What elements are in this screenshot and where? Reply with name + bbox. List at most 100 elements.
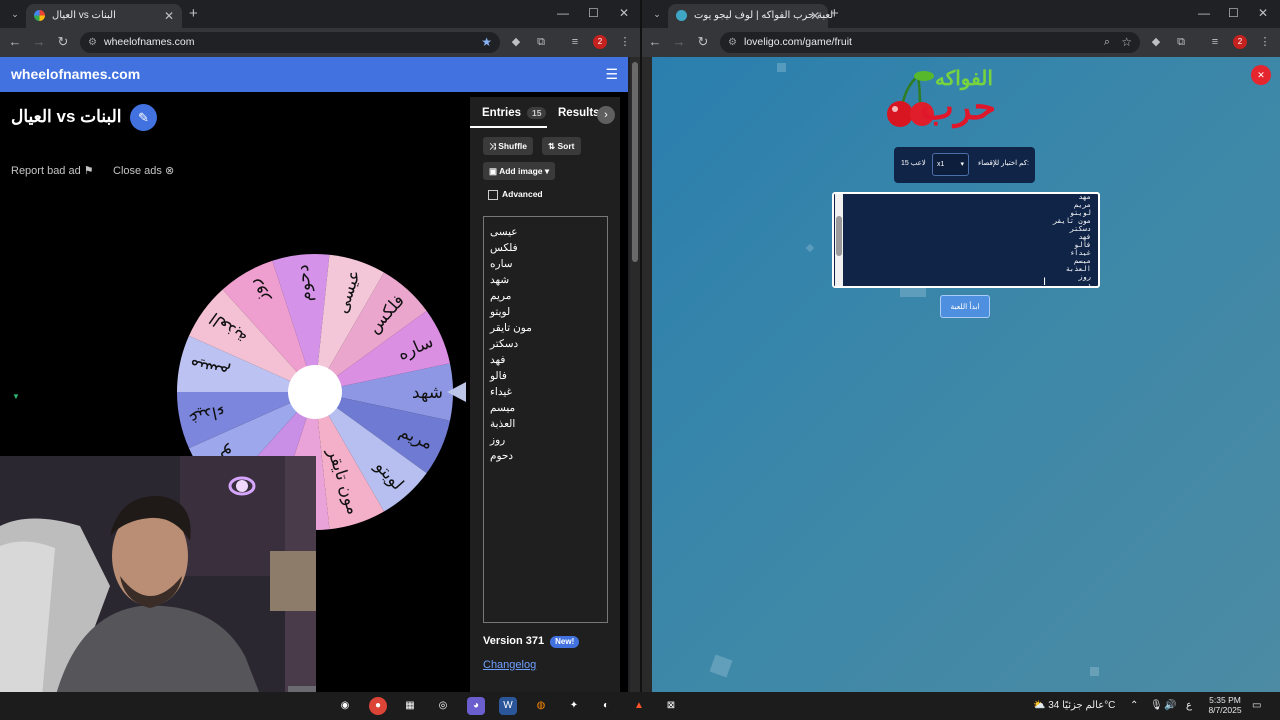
entry-item[interactable]: شهد [490, 272, 509, 288]
close-ads-link[interactable]: Close ads ⊗ [113, 164, 174, 177]
firefox-icon[interactable]: ◍ [532, 697, 550, 715]
notifications-icon[interactable]: ▭ [1252, 699, 1261, 713]
entry-item[interactable]: مون تايقر [490, 320, 532, 336]
site-info-icon[interactable]: ⚙ [728, 32, 737, 53]
entry-item[interactable]: دسكتر [490, 336, 518, 352]
back-icon[interactable]: ← [646, 33, 664, 51]
address-bar[interactable]: ⚙ loveligo.com/game/fruit ⌕ ☆ [720, 32, 1140, 53]
tab-wheelofnames[interactable]: العيال vs البنات ✕ [26, 4, 182, 28]
player-name-line: ميسم [1074, 257, 1091, 265]
maximize-icon[interactable]: ☐ [588, 4, 599, 22]
weather-widget[interactable]: ⛅ عالم جزئيًا 34°C [1033, 699, 1115, 713]
report-bad-ad-link[interactable]: Report bad ad ⚑ [11, 164, 94, 177]
entry-item[interactable]: فلكس [490, 240, 518, 256]
word-icon[interactable]: W [499, 697, 517, 715]
profile-avatar[interactable]: 2 [1233, 35, 1247, 49]
tab-fruit-war[interactable]: لعبة حرب الفواكه | لوف ليجو يوت ✕ [668, 4, 833, 28]
discord-icon[interactable]: ◕ [467, 697, 485, 715]
fruit-war-page: الفواكه حرب ✕ 15 لاعب x1 ▾ كم اختيار للإ… [652, 57, 1280, 692]
entries-textarea[interactable]: عيسى فلكس ساره شهد مريم لويتو مون تايقر دسكتر فه… [483, 216, 608, 623]
forward-icon[interactable]: → [670, 33, 688, 51]
entry-item[interactable]: ميسم [490, 400, 515, 416]
reload-icon[interactable]: ↻ [694, 33, 712, 51]
system-clock[interactable]: 5:35 PM 8/7/2025 [1203, 695, 1247, 715]
store-icon[interactable]: ▦ [401, 697, 419, 715]
back-icon[interactable]: ← [6, 33, 24, 51]
shuffle-button[interactable]: ⤨ Shuffle [483, 137, 533, 155]
start-game-button[interactable]: ابدأ اللعبة [940, 295, 990, 318]
entry-item[interactable]: روز [490, 432, 505, 448]
media-queue-icon[interactable]: ≡ [1207, 34, 1223, 50]
extensions-icon[interactable]: ⧉ [533, 34, 549, 50]
microphone-icon[interactable]: 🎙 [1150, 699, 1163, 713]
chevron-right-icon[interactable]: › [597, 106, 615, 124]
flag-icon: ⚑ [83, 165, 94, 177]
entry-item[interactable]: فهد [490, 352, 505, 368]
new-tab-icon[interactable]: + [189, 4, 198, 24]
entry-item[interactable]: ساره [490, 256, 513, 272]
steam-icon[interactable]: ◐ [597, 697, 615, 715]
close-window-icon[interactable]: ✕ [619, 4, 629, 22]
sort-button[interactable]: ⇅ Sort [542, 137, 581, 155]
extensions-icon[interactable]: ⧉ [1173, 34, 1189, 50]
left-page-scrollbar[interactable] [630, 57, 640, 692]
zoom-icon[interactable]: ⌕ [1104, 32, 1110, 53]
wheel-center[interactable] [288, 365, 342, 419]
extension-diamond-icon[interactable]: ◆ [1148, 34, 1164, 50]
forward-icon[interactable]: → [30, 33, 48, 51]
chrome-icon[interactable]: ● [369, 697, 387, 715]
app-icon[interactable]: ✦ [565, 697, 583, 715]
close-tab-icon[interactable]: ✕ [810, 4, 820, 28]
tab-results[interactable]: Results [558, 107, 600, 119]
media-queue-icon[interactable]: ≡ [567, 34, 583, 50]
tray-chevron-icon[interactable]: ⌃ [1130, 699, 1138, 713]
minimize-icon[interactable]: — [1198, 4, 1210, 22]
site-info-icon[interactable]: ⚙ [88, 32, 97, 53]
entry-item[interactable]: غيداء [490, 384, 512, 400]
player-name-line: فهد [1078, 233, 1091, 241]
taskbar-app-icon[interactable]: ◉ [336, 697, 354, 715]
scroll-thumb[interactable] [632, 62, 638, 262]
entry-item[interactable]: العذبة [490, 416, 515, 432]
minimize-icon[interactable]: — [557, 4, 569, 22]
new-tab-icon[interactable]: + [830, 4, 839, 24]
tab-search-icon[interactable]: ⌄ [6, 6, 24, 22]
tab-search-icon[interactable]: ⌄ [648, 6, 666, 22]
address-bar[interactable]: ⚙ wheelofnames.com ★ [80, 32, 500, 53]
close-tab-icon[interactable]: ✕ [164, 4, 174, 28]
add-image-button[interactable]: ▣ Add image ▾ [483, 162, 556, 180]
entry-item[interactable]: فالو [490, 368, 507, 384]
scroll-thumb[interactable] [836, 216, 842, 256]
volume-icon[interactable]: 🔊 [1164, 699, 1176, 713]
changelog-link[interactable]: Changelog [483, 659, 536, 671]
names-scrollbar[interactable] [835, 194, 843, 286]
wheel-slice-label: دحوم [293, 264, 317, 303]
advanced-checkbox[interactable] [488, 190, 498, 200]
site-brand[interactable]: wheelofnames.com [11, 66, 140, 82]
entry-item[interactable]: دحوم [490, 448, 513, 464]
entry-item[interactable]: لويتو [490, 304, 510, 320]
bookmark-star-icon[interactable]: ☆ [1121, 32, 1132, 53]
input-language[interactable]: ع [1186, 699, 1192, 713]
obs-icon[interactable]: ◎ [434, 697, 452, 715]
close-game-button[interactable]: ✕ [1251, 65, 1271, 85]
tab-entries[interactable]: Entries 15 [482, 107, 547, 119]
bg-square [805, 243, 815, 253]
profile-avatar[interactable]: 2 [593, 35, 607, 49]
hamburger-menu-icon[interactable]: ☰ [605, 66, 618, 83]
player-names-textarea[interactable]: مهد مريم لويتو مون تايقر دسكتر فهد فالو غيداء مي… [832, 192, 1100, 288]
maximize-icon[interactable]: ☐ [1228, 4, 1239, 22]
entry-item[interactable]: مريم [490, 288, 511, 304]
brave-icon[interactable]: ▲ [630, 697, 648, 715]
bookmark-star-icon[interactable]: ★ [481, 32, 492, 53]
reload-icon[interactable]: ↻ [54, 33, 72, 51]
elimination-multiplier-select[interactable]: x1 ▾ [932, 153, 969, 176]
entry-item[interactable]: عيسى [490, 224, 518, 240]
browser-menu-icon[interactable]: ⋮ [617, 34, 633, 50]
close-window-icon[interactable]: ✕ [1258, 4, 1268, 22]
terminal-icon[interactable]: ⊠ [662, 697, 680, 715]
elimination-label: كم اختيار للإقصاء: [978, 160, 1029, 167]
extension-diamond-icon[interactable]: ◆ [508, 34, 524, 50]
browser-menu-icon[interactable]: ⋮ [1257, 34, 1273, 50]
edit-title-button[interactable]: ✎ [130, 104, 157, 131]
